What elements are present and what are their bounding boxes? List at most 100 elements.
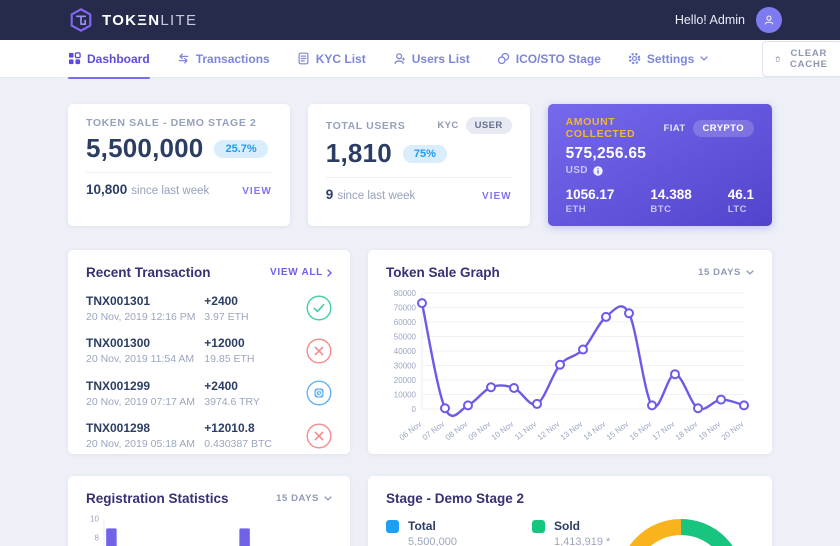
svg-text:50000: 50000: [394, 333, 417, 342]
txn-sub: 19.85 ETH: [204, 353, 302, 365]
gear-icon: [628, 52, 641, 65]
txn-date: 20 Nov, 2019 12:16 PM: [86, 311, 204, 323]
svg-text:10000: 10000: [394, 391, 417, 400]
nav-label: Users List: [412, 52, 470, 66]
transaction-row: TNX00130120 Nov, 2019 12:16 PM +24003.97…: [86, 294, 332, 323]
svg-text:11 Nov: 11 Nov: [513, 419, 538, 441]
svg-text:07 Nov: 07 Nov: [421, 419, 447, 442]
svg-text:10: 10: [90, 515, 99, 524]
panel-title: Recent Transaction: [86, 265, 211, 280]
total-users-stat-card: TOTAL USERS KYC USER 1,810 75% 9since la…: [308, 104, 530, 226]
nav-item-settings[interactable]: Settings: [628, 40, 708, 78]
nav-label: Transactions: [196, 52, 270, 66]
status-failed-icon: [306, 423, 332, 449]
nav-label: KYC List: [316, 52, 366, 66]
svg-text:16 Nov: 16 Nov: [628, 419, 654, 442]
range-selector[interactable]: 15 DAYS: [276, 493, 332, 504]
donut-svg: 5,500,000TLE: [614, 515, 748, 546]
stat-label: TOKEN SALE - DEMO STAGE 2: [86, 117, 256, 129]
svg-text:06 Nov: 06 Nov: [398, 419, 424, 442]
nav-item-kyc-list[interactable]: KYC List: [297, 40, 366, 78]
txn-id: TNX001300: [86, 336, 204, 350]
transaction-row: TNX00130020 Nov, 2019 11:54 AM +1200019.…: [86, 336, 332, 365]
token-sale-value: 5,500,000: [86, 133, 203, 164]
amount-collected-label: AMOUNT COLLECTED: [566, 116, 664, 140]
user-icon: [393, 52, 406, 65]
main-content: TOKEN SALE - DEMO STAGE 2 5,500,000 25.7…: [0, 78, 840, 546]
nav-item-transactions[interactable]: Transactions: [177, 40, 270, 78]
range-selector[interactable]: 15 DAYS: [698, 267, 754, 278]
nav-item-ico-sto-stage[interactable]: ICO/STO Stage: [497, 40, 601, 78]
svg-text:15 Nov: 15 Nov: [605, 419, 631, 442]
main-nav: Dashboard Transactions KYC List Users Li…: [0, 40, 840, 78]
token-sale-stat-card: TOKEN SALE - DEMO STAGE 2 5,500,000 25.7…: [68, 104, 290, 226]
clear-cache-label: CLEAR CACHE: [788, 48, 830, 70]
svg-text:10 Nov: 10 Nov: [490, 419, 516, 442]
stage-panel: Stage - Demo Stage 2 Total5,500,000 Sold…: [368, 476, 772, 546]
txn-amount: +2400: [204, 379, 302, 393]
total-users-value: 1,810: [326, 138, 392, 169]
token-sale-graph-panel: Token Sale Graph 15 DAYS 010000200003000…: [368, 250, 772, 454]
transaction-row: TNX00129820 Nov, 2019 05:18 AM +12010.80…: [86, 421, 332, 450]
txn-id: TNX001301: [86, 294, 204, 308]
brand-name: TOKΞNLITE: [102, 12, 197, 29]
toggle-crypto[interactable]: CRYPTO: [693, 120, 754, 137]
fiat-crypto-toggle: FIAT CRYPTO: [664, 120, 754, 137]
svg-text:19 Nov: 19 Nov: [697, 419, 723, 442]
currency-row: USD: [566, 165, 754, 176]
nav-item-users-list[interactable]: Users List: [393, 40, 470, 78]
clear-cache-button[interactable]: CLEAR CACHE: [762, 41, 840, 77]
svg-text:18 Nov: 18 Nov: [674, 419, 700, 442]
swap-arrows-icon: [177, 52, 190, 65]
recent-transactions-panel: Recent Transaction VIEW ALL TNX001301 20 …: [68, 250, 350, 454]
kyc-user-toggle: KYC USER: [437, 117, 511, 134]
status-success-icon: [306, 295, 332, 321]
txn-id: TNX001298: [86, 421, 204, 435]
panel-title: Registration Statistics: [86, 491, 229, 506]
status-pending-icon: [306, 380, 332, 406]
app-header: TOKΞNLITE Hello! Admin: [0, 0, 840, 40]
legend-swatch: [532, 520, 545, 533]
nav-label: Dashboard: [87, 52, 150, 66]
view-all-link[interactable]: VIEW ALL: [270, 267, 332, 278]
brand[interactable]: TOKΞNLITE: [68, 7, 197, 33]
txn-amount: +12010.8: [204, 421, 302, 435]
txn-amount: +2400: [204, 294, 302, 308]
person-icon: [761, 12, 777, 28]
nav-item-dashboard[interactable]: Dashboard: [68, 40, 150, 78]
svg-text:0: 0: [412, 405, 417, 414]
view-link[interactable]: VIEW: [482, 191, 512, 202]
stage-donut-chart: 5,500,000TLE: [614, 515, 748, 546]
svg-text:80000: 80000: [394, 289, 417, 298]
view-link[interactable]: VIEW: [242, 186, 272, 197]
toggle-user[interactable]: USER: [466, 117, 512, 134]
trash-icon: [775, 53, 780, 65]
stat-cards-row: TOKEN SALE - DEMO STAGE 2 5,500,000 25.7…: [68, 104, 772, 226]
svg-text:09 Nov: 09 Nov: [467, 419, 493, 442]
toggle-fiat[interactable]: FIAT: [664, 123, 686, 134]
nav-label: Settings: [647, 52, 694, 66]
info-icon[interactable]: [593, 166, 603, 176]
toggle-kyc[interactable]: KYC: [437, 120, 458, 131]
percent-badge: 25.7%: [214, 140, 267, 158]
svg-text:12 Nov: 12 Nov: [536, 419, 562, 442]
svg-text:70000: 70000: [394, 304, 417, 313]
crypto-values-row: 1056.17 ETH 14.388 BTC 46.1 LTC: [566, 187, 754, 215]
registration-statistics-panel: Registration Statistics 15 DAYS 1086420: [68, 476, 350, 546]
crypto-btc: 14.388 BTC: [650, 187, 691, 215]
svg-text:30000: 30000: [394, 362, 417, 371]
panel-title: Token Sale Graph: [386, 265, 500, 280]
crypto-eth: 1056.17 ETH: [566, 187, 615, 215]
greeting-text: Hello! Admin: [675, 13, 745, 27]
transaction-row: TNX00129920 Nov, 2019 07:17 AM +24003974…: [86, 379, 332, 408]
svg-text:08 Nov: 08 Nov: [444, 419, 470, 442]
delta-text: 9since last week: [326, 186, 416, 204]
svg-text:14 Nov: 14 Nov: [582, 419, 608, 442]
registration-bar-chart: 1086420: [86, 511, 332, 546]
svg-text:17 Nov: 17 Nov: [651, 419, 677, 442]
nav-label: ICO/STO Stage: [516, 52, 601, 66]
amount-collected-card: AMOUNT COLLECTED FIAT CRYPTO 575,256.65 …: [548, 104, 772, 226]
user-avatar[interactable]: [756, 7, 782, 33]
txn-date: 20 Nov, 2019 11:54 AM: [86, 353, 204, 365]
svg-text:60000: 60000: [394, 318, 417, 327]
